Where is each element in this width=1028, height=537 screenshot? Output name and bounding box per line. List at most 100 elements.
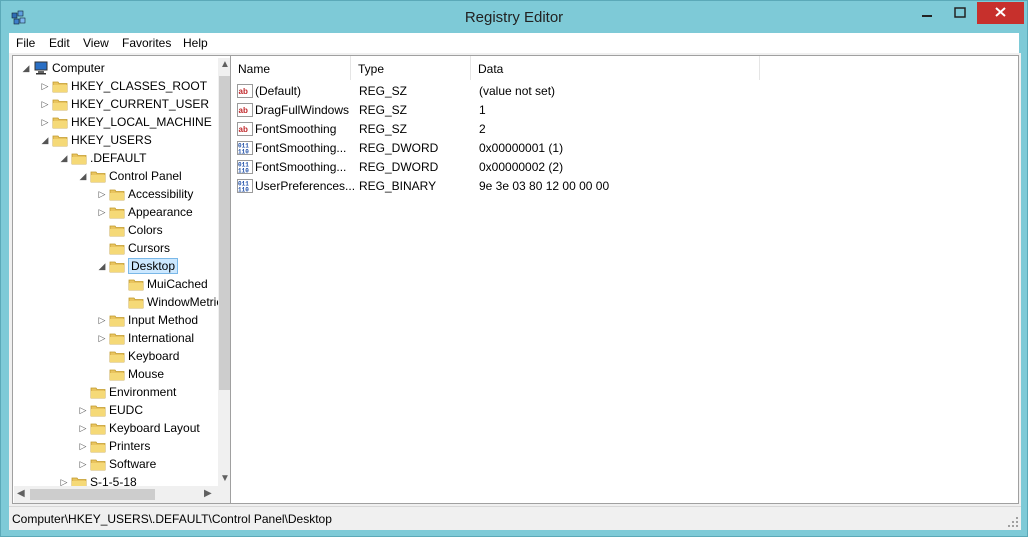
tree-node[interactable]: ◢ .DEFAULT	[13, 149, 217, 167]
tree-expander-icon[interactable]: ▷	[97, 311, 107, 329]
value-name: FontSmoothing...	[255, 141, 347, 155]
column-header-type[interactable]: Type	[351, 56, 471, 80]
tree-node[interactable]: ▷ HKEY_CLASSES_ROOT	[13, 77, 217, 95]
tree-expander-icon[interactable]	[97, 365, 107, 383]
value-type: REG_SZ	[359, 122, 408, 136]
close-button[interactable]	[977, 2, 1024, 24]
value-name: (Default)	[255, 84, 302, 98]
tree-expander-icon[interactable]	[116, 275, 126, 293]
scroll-down-arrow-icon[interactable]: ▼	[220, 473, 230, 484]
minimize-icon	[922, 15, 932, 17]
scroll-up-arrow-icon[interactable]: ▲	[220, 59, 230, 70]
tree-node[interactable]: ▷ Appearance	[13, 203, 217, 221]
value-type: REG_BINARY	[359, 179, 437, 193]
tree-node[interactable]: ◢ Control Panel	[13, 167, 217, 185]
folder-icon	[109, 333, 125, 345]
tree-expander-icon[interactable]: ▷	[78, 419, 88, 437]
tree-node[interactable]: WindowMetrics	[13, 293, 228, 311]
tree-node[interactable]: Keyboard	[13, 347, 217, 365]
tree-node[interactable]: ▷ Printers	[13, 437, 217, 455]
value-row[interactable]: ab (Default) REG_SZ (value not set)	[231, 82, 1018, 101]
tree-expander-icon[interactable]: ◢	[40, 131, 50, 149]
tree-node-label: Printers	[109, 439, 151, 453]
value-row[interactable]: 011 110 FontSmoothing... REG_DWORD 0x0000000…	[231, 158, 1018, 177]
tree-node[interactable]: ▷ HKEY_LOCAL_MACHINE	[13, 113, 217, 131]
tree-expander-icon[interactable]: ▷	[97, 185, 107, 203]
folder-icon	[90, 423, 106, 435]
tree-node[interactable]: ▷ HKEY_CURRENT_USER	[13, 95, 217, 113]
tree-node[interactable]: Mouse	[13, 365, 217, 383]
value-row[interactable]: ab DragFullWindows REG_SZ 1	[231, 101, 1018, 120]
tree-node[interactable]: MuiCached	[13, 275, 217, 293]
menu-file[interactable]: File	[16, 36, 35, 50]
value-list[interactable]: Name Type Data ab (Default) REG_SZ (value n…	[230, 55, 1019, 504]
tree-node[interactable]: Colors	[13, 221, 217, 239]
tree-expander-icon[interactable]: ◢	[21, 59, 31, 77]
tree-expander-icon[interactable]: ◢	[78, 167, 88, 185]
minimize-button[interactable]	[912, 2, 942, 24]
tree-node[interactable]: ▷ EUDC	[13, 401, 217, 419]
menu-favorites[interactable]: Favorites	[122, 36, 171, 50]
tree-node-label: HKEY_CLASSES_ROOT	[71, 79, 208, 93]
tree-node-label: WindowMetrics	[147, 295, 229, 309]
tree-expander-icon[interactable]: ▷	[97, 203, 107, 221]
tree-vertical-scroll-thumb[interactable]	[219, 76, 230, 390]
tree-node[interactable]: ▷ Accessibility	[13, 185, 217, 203]
value-row[interactable]: 011 110 UserPreferences... REG_BINARY 9e 3e …	[231, 177, 1018, 196]
tree-node[interactable]: Environment	[13, 383, 217, 401]
value-data: 1	[479, 103, 486, 117]
menu-edit[interactable]: Edit	[49, 36, 70, 50]
value-name: FontSmoothing...	[255, 160, 347, 174]
tree-expander-icon[interactable]	[78, 383, 88, 401]
tree-node[interactable]: ◢ HKEY_USERS	[13, 131, 217, 149]
tree-expander-icon[interactable]: ▷	[40, 95, 50, 113]
tree-expander-icon[interactable]: ▷	[97, 329, 107, 347]
scroll-right-arrow-icon[interactable]: ▶	[204, 488, 212, 499]
tree-expander-icon[interactable]	[116, 293, 126, 311]
menu-view[interactable]: View	[83, 36, 109, 50]
tree-expander-icon[interactable]: ▷	[40, 77, 50, 95]
string-value-icon: ab	[237, 103, 253, 117]
tree-node[interactable]: ▷ International	[13, 329, 217, 347]
menu-help[interactable]: Help	[183, 36, 208, 50]
tree-expander-icon[interactable]: ▷	[40, 113, 50, 131]
tree-node-label: Control Panel	[109, 169, 182, 183]
value-data: 9e 3e 03 80 12 00 00 00	[479, 179, 610, 193]
tree-expander-icon[interactable]	[97, 347, 107, 365]
tree-expander-icon[interactable]	[97, 221, 107, 239]
folder-icon	[90, 405, 106, 417]
tree-expander-icon[interactable]	[97, 239, 107, 257]
tree-node[interactable]: ▷ Keyboard Layout	[13, 419, 217, 437]
maximize-icon	[954, 7, 966, 18]
svg-text:ab: ab	[239, 87, 248, 96]
tree-horizontal-scroll-thumb[interactable]	[30, 489, 155, 500]
tree-expander-icon[interactable]: ▷	[78, 437, 88, 455]
tree-node-label: Mouse	[128, 367, 165, 381]
tree-horizontal-scrollbar[interactable]: ◀ ▶	[14, 486, 218, 503]
tree-node[interactable]: ◢ Computer	[13, 59, 217, 77]
resize-grip-icon[interactable]	[1007, 516, 1019, 528]
tree-node[interactable]: ◢ Desktop	[13, 257, 217, 275]
value-row[interactable]: 011 110 FontSmoothing... REG_DWORD 0x0000000…	[231, 139, 1018, 158]
tree-expander-icon[interactable]: ◢	[59, 149, 69, 167]
status-bar: Computer\HKEY_USERS\.DEFAULT\Control Pan…	[9, 506, 1021, 530]
tree-expander-icon[interactable]: ◢	[97, 257, 107, 275]
tree-expander-icon[interactable]: ▷	[78, 401, 88, 419]
folder-icon	[109, 315, 125, 327]
tree-expander-icon[interactable]: ▷	[78, 455, 88, 473]
tree-node-label: International	[128, 331, 195, 345]
tree-node[interactable]: ▷ Input Method	[13, 311, 217, 329]
tree-node[interactable]: ▷ Software	[13, 455, 217, 473]
folder-icon	[71, 153, 87, 165]
folder-icon	[52, 135, 68, 147]
tree-node-label: Accessibility	[128, 187, 194, 201]
key-tree[interactable]: ◢ Computer ▷ HKEY_CLASSES_ROOT ▷ HKEY_CURRENT…	[12, 55, 231, 504]
binary-value-icon: 011110	[237, 179, 253, 194]
title-bar[interactable]: Registry Editor	[1, 1, 1027, 33]
value-row[interactable]: ab FontSmoothing REG_SZ 2	[231, 120, 1018, 139]
column-header-data[interactable]: Data	[471, 56, 760, 80]
scroll-left-arrow-icon[interactable]: ◀	[17, 488, 25, 499]
tree-node[interactable]: Cursors	[13, 239, 217, 257]
maximize-button[interactable]	[945, 2, 975, 24]
column-header-name[interactable]: Name	[231, 56, 351, 80]
